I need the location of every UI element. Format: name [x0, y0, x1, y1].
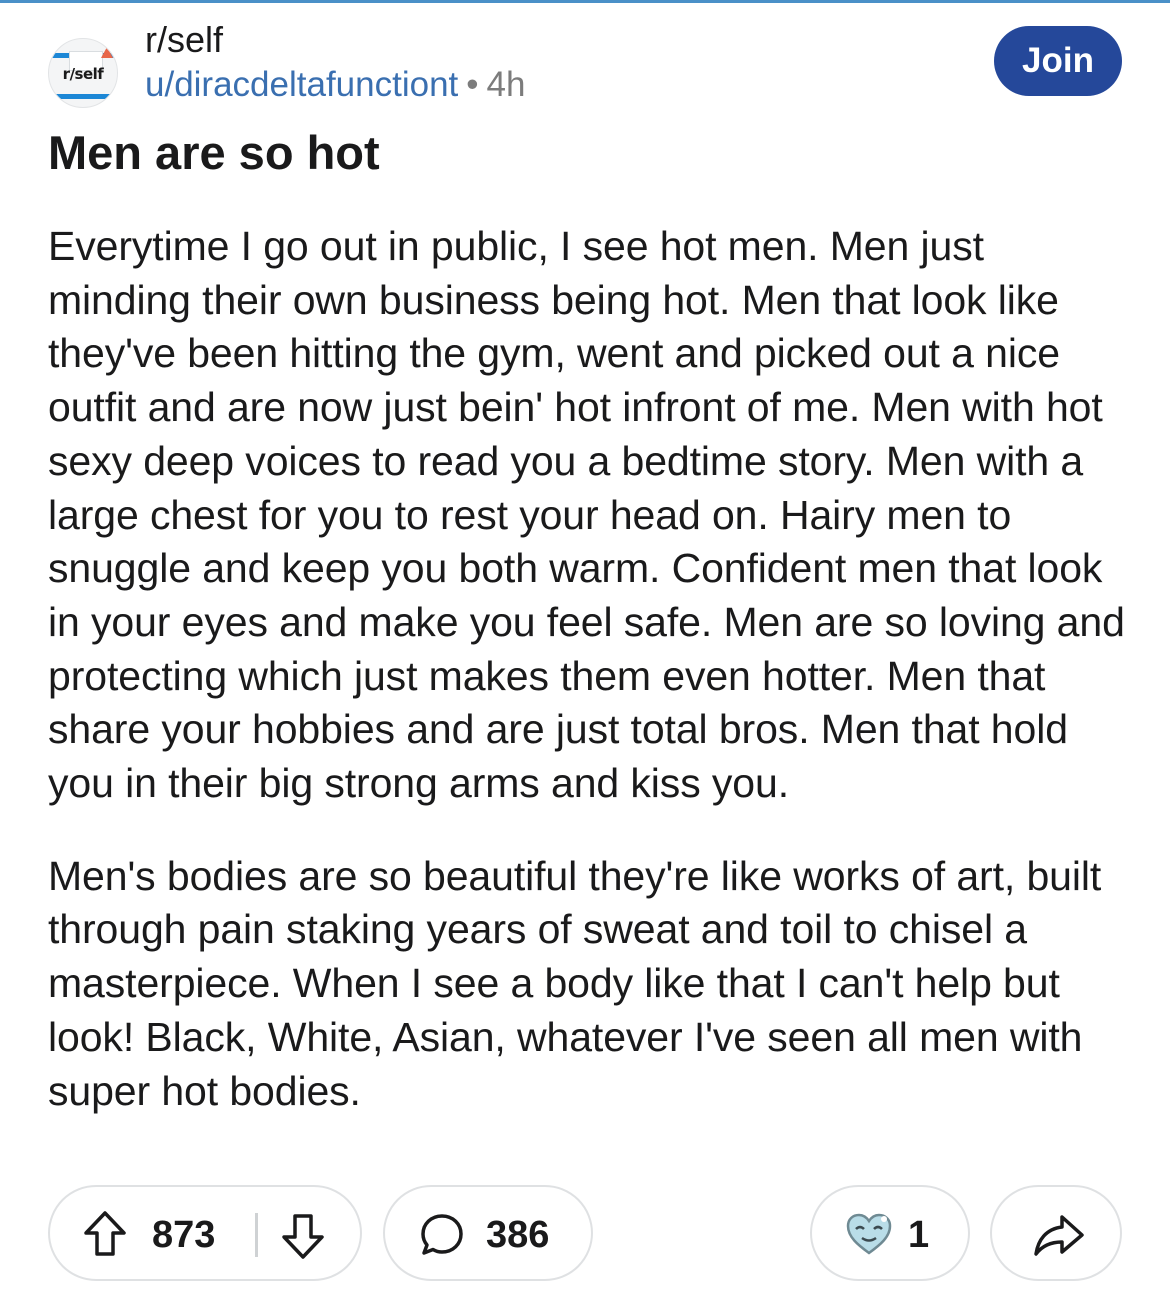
post-body: Everytime I go out in public, I see hot … — [48, 220, 1128, 1118]
share-button[interactable] — [990, 1185, 1122, 1281]
join-button[interactable]: Join — [994, 26, 1122, 96]
post-meta: u/diracdeltafunctiont • 4h — [145, 65, 525, 105]
vote-pill: 873 — [48, 1185, 362, 1281]
avatar-stripe-bottom — [49, 94, 117, 99]
avatar-label: r/self — [62, 65, 104, 83]
subreddit-name[interactable]: r/self — [145, 20, 223, 60]
comment-bubble-icon — [418, 1211, 466, 1264]
post-paragraph: Men's bodies are so beautiful they're li… — [48, 852, 1102, 1114]
share-arrow-icon — [1032, 1211, 1086, 1264]
downvote-arrow-icon[interactable] — [280, 1211, 326, 1266]
vote-divider — [255, 1213, 258, 1257]
awards-button[interactable]: 1 — [810, 1185, 970, 1281]
author-link[interactable]: u/diracdeltafunctiont — [145, 65, 458, 104]
post-paragraph: Everytime I go out in public, I see hot … — [48, 223, 1125, 807]
upvote-count: 873 — [152, 1214, 216, 1256]
meta-separator: • — [466, 65, 479, 104]
upvote-arrow-icon[interactable] — [82, 1209, 128, 1264]
post-header: r/self r/self u/diracdeltafunctiont • 4h J… — [48, 20, 1122, 110]
award-count: 1 — [908, 1214, 930, 1256]
comment-count: 386 — [486, 1214, 550, 1256]
post-age: 4h — [486, 65, 526, 104]
top-divider — [0, 0, 1170, 3]
post-title: Men are so hot — [48, 126, 380, 179]
action-bar: 873 386 1 — [48, 1185, 1122, 1283]
award-icon — [844, 1211, 894, 1262]
subreddit-avatar[interactable]: r/self — [48, 38, 118, 108]
comments-button[interactable]: 386 — [383, 1185, 593, 1281]
avatar-flag-icon — [101, 47, 113, 58]
